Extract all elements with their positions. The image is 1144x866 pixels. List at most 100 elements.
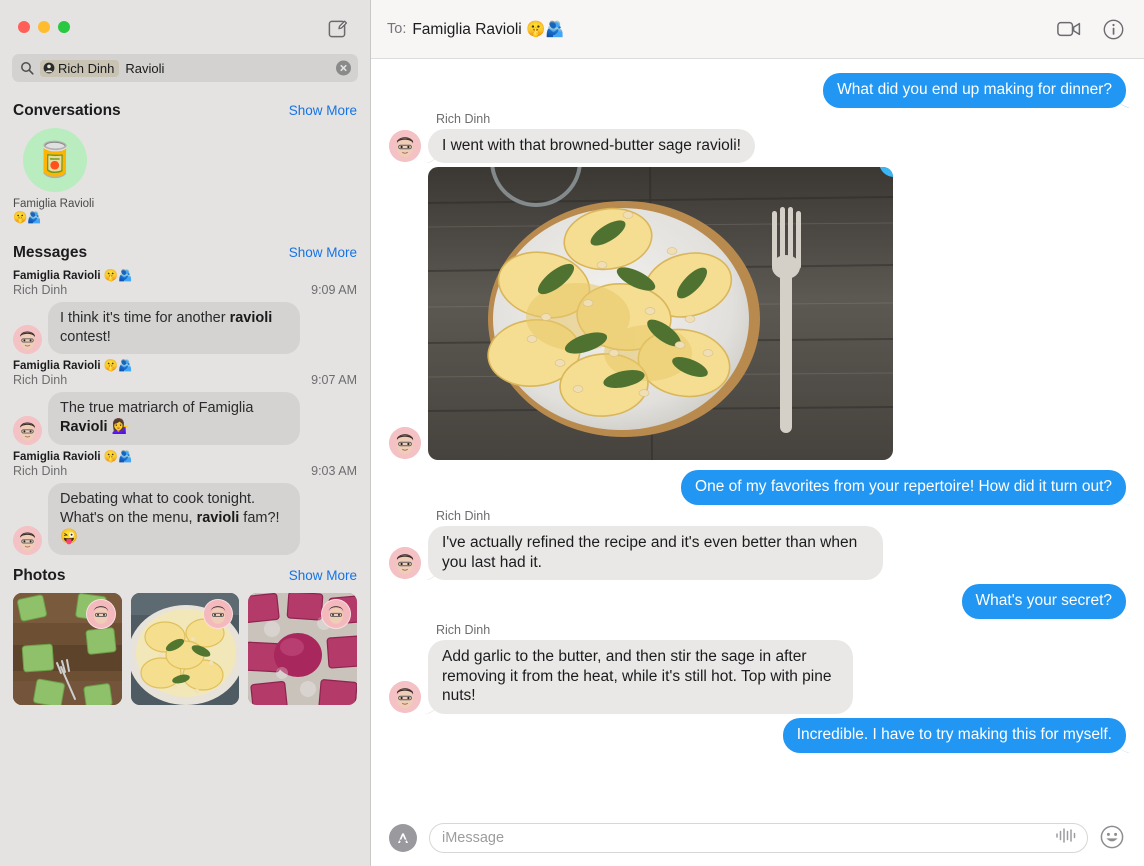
chat-header: To: Famiglia Ravioli 🤫🫂 bbox=[371, 0, 1144, 59]
list-item[interactable]: Famiglia Ravioli 🤫🫂 Rich Dinh 9:03 AM De… bbox=[0, 449, 370, 559]
avatar bbox=[13, 525, 42, 555]
snippet-highlight: Ravioli bbox=[60, 419, 108, 436]
snippet-pre: The true matriarch of Famiglia bbox=[60, 400, 254, 417]
recipient-name[interactable]: Famiglia Ravioli 🤫🫂 bbox=[412, 20, 564, 39]
app-store-icon[interactable] bbox=[389, 824, 417, 852]
message-row: What's your secret? bbox=[389, 584, 1126, 620]
result-group-name: Famiglia Ravioli 🤫🫂 bbox=[13, 269, 133, 282]
message-bubble-incoming[interactable]: Add garlic to the butter, and then stir … bbox=[428, 640, 853, 715]
person-icon bbox=[43, 62, 55, 74]
messages-window: Rich Dinh Ravioli Conversations Show Mor… bbox=[0, 0, 1144, 866]
chat-pane: To: Famiglia Ravioli 🤫🫂 What did you end… bbox=[371, 0, 1144, 866]
message-row: What did you end up making for dinner? bbox=[389, 73, 1126, 108]
message-row: Incredible. I have to try making this fo… bbox=[389, 718, 1126, 753]
smiley-icon[interactable] bbox=[1100, 825, 1126, 851]
result-group-name: Famiglia Ravioli 🤫🫂 bbox=[13, 451, 133, 464]
result-time: 9:09 AM bbox=[311, 282, 357, 297]
search-icon bbox=[20, 61, 34, 75]
avatar bbox=[321, 598, 352, 629]
search-token-contact[interactable]: Rich Dinh bbox=[40, 59, 120, 77]
conversation-name: Famiglia Ravioli 🤫🫂 bbox=[13, 198, 95, 225]
conversation-item[interactable]: 🥫 Famiglia Ravioli 🤫🫂 bbox=[13, 128, 109, 226]
avatar bbox=[389, 130, 421, 163]
window-controls bbox=[18, 21, 70, 33]
zoom-button[interactable] bbox=[58, 21, 70, 33]
to-label: To: bbox=[387, 21, 407, 37]
video-camera-icon[interactable] bbox=[1056, 16, 1082, 42]
photo-thumbnail[interactable] bbox=[13, 592, 122, 705]
close-button[interactable] bbox=[18, 21, 30, 33]
message-sender-name: Rich Dinh bbox=[436, 509, 491, 524]
avatar bbox=[389, 681, 421, 714]
compose-icon[interactable] bbox=[326, 16, 350, 40]
audio-waveform-icon[interactable] bbox=[1055, 828, 1077, 849]
list-item[interactable]: Famiglia Ravioli 🤫🫂 Rich Dinh 9:09 AM I … bbox=[0, 268, 370, 359]
message-row: Rich Dinh Add garlic to the butter, and … bbox=[389, 623, 1126, 715]
message-row: Rich Dinh I went with that browned-butte… bbox=[389, 112, 1126, 164]
message-bubble-outgoing[interactable]: What's your secret? bbox=[961, 584, 1126, 620]
photo-attachment[interactable] bbox=[428, 167, 893, 461]
photo-thumbnail[interactable] bbox=[130, 592, 240, 705]
message-thread[interactable]: What did you end up making for dinner? R… bbox=[371, 59, 1144, 810]
avatar bbox=[389, 427, 421, 460]
sidebar-results: Conversations Show More 🥫 Famiglia Ravio… bbox=[0, 94, 370, 866]
message-row-attachment bbox=[389, 167, 1126, 461]
snippet-highlight: ravioli bbox=[229, 309, 273, 326]
photos-show-more[interactable]: Show More bbox=[289, 568, 357, 583]
result-time: 9:07 AM bbox=[311, 373, 357, 388]
info-icon[interactable] bbox=[1100, 16, 1126, 42]
search-input[interactable]: Rich Dinh Ravioli bbox=[12, 54, 358, 82]
result-sender: Rich Dinh bbox=[13, 373, 68, 388]
avatar bbox=[203, 598, 234, 629]
result-group-name: Famiglia Ravioli 🤫🫂 bbox=[13, 360, 133, 373]
message-sender-name: Rich Dinh bbox=[436, 623, 491, 638]
snippet-post: 💁‍♀️ bbox=[107, 419, 130, 436]
message-bubble-outgoing[interactable]: One of my favorites from your repertoire… bbox=[681, 470, 1126, 506]
conversations-section-header: Conversations Show More bbox=[0, 94, 370, 126]
snippet-post: contest! bbox=[60, 328, 111, 345]
snippet-highlight: ravioli bbox=[196, 509, 240, 526]
result-snippet: I think it's time for another ravioli co… bbox=[48, 301, 300, 355]
messages-show-more[interactable]: Show More bbox=[289, 245, 357, 260]
avatar bbox=[389, 547, 421, 580]
search-container: Rich Dinh Ravioli bbox=[0, 54, 370, 94]
canned-food-icon: 🥫 bbox=[33, 141, 77, 179]
avatar bbox=[13, 416, 42, 446]
message-row: One of my favorites from your repertoire… bbox=[389, 470, 1126, 506]
photos-section-header: Photos Show More bbox=[0, 559, 370, 591]
message-input-placeholder: iMessage bbox=[442, 830, 505, 846]
photo-thumbnail[interactable] bbox=[248, 592, 358, 705]
message-row: Rich Dinh I've actually refined the reci… bbox=[389, 509, 1126, 581]
conversation-avatar: 🥫 bbox=[23, 128, 87, 192]
messages-section-header: Messages Show More bbox=[0, 236, 370, 268]
messages-title: Messages bbox=[13, 243, 88, 261]
photos-title: Photos bbox=[13, 566, 66, 584]
sidebar: Rich Dinh Ravioli Conversations Show Mor… bbox=[0, 0, 371, 866]
message-bubble-incoming[interactable]: I went with that browned-butter sage rav… bbox=[428, 128, 755, 164]
result-sender: Rich Dinh bbox=[13, 282, 68, 297]
message-bubble-outgoing[interactable]: Incredible. I have to try making this fo… bbox=[782, 718, 1126, 753]
snippet-pre: I think it's time for another bbox=[60, 309, 230, 326]
result-snippet: Debating what to cook tonight. What's on… bbox=[48, 483, 300, 555]
conversations-show-more[interactable]: Show More bbox=[289, 103, 357, 118]
compose-bar: iMessage bbox=[371, 810, 1144, 866]
avatar bbox=[85, 598, 116, 629]
message-input[interactable]: iMessage bbox=[429, 823, 1088, 853]
message-bubble-incoming[interactable]: I've actually refined the recipe and it'… bbox=[428, 526, 883, 581]
conversations-title: Conversations bbox=[13, 102, 121, 119]
search-query-text: Ravioli bbox=[125, 60, 165, 76]
message-sender-name: Rich Dinh bbox=[436, 111, 491, 126]
sidebar-titlebar bbox=[0, 0, 370, 54]
minimize-button[interactable] bbox=[38, 21, 50, 33]
conversations-list: 🥫 Famiglia Ravioli 🤫🫂 bbox=[0, 126, 370, 236]
result-sender: Rich Dinh bbox=[13, 464, 68, 479]
avatar bbox=[13, 325, 42, 355]
list-item[interactable]: Famiglia Ravioli 🤫🫂 Rich Dinh 9:07 AM Th… bbox=[0, 358, 370, 449]
search-token-label: Rich Dinh bbox=[58, 60, 115, 76]
result-time: 9:03 AM bbox=[311, 464, 357, 479]
tapback-heart-icon[interactable] bbox=[875, 167, 893, 185]
photos-list bbox=[0, 591, 370, 717]
message-bubble-outgoing[interactable]: What did you end up making for dinner? bbox=[823, 73, 1126, 108]
result-snippet: The true matriarch of Famiglia Ravioli 💁… bbox=[48, 392, 300, 446]
clear-icon[interactable] bbox=[336, 60, 351, 76]
